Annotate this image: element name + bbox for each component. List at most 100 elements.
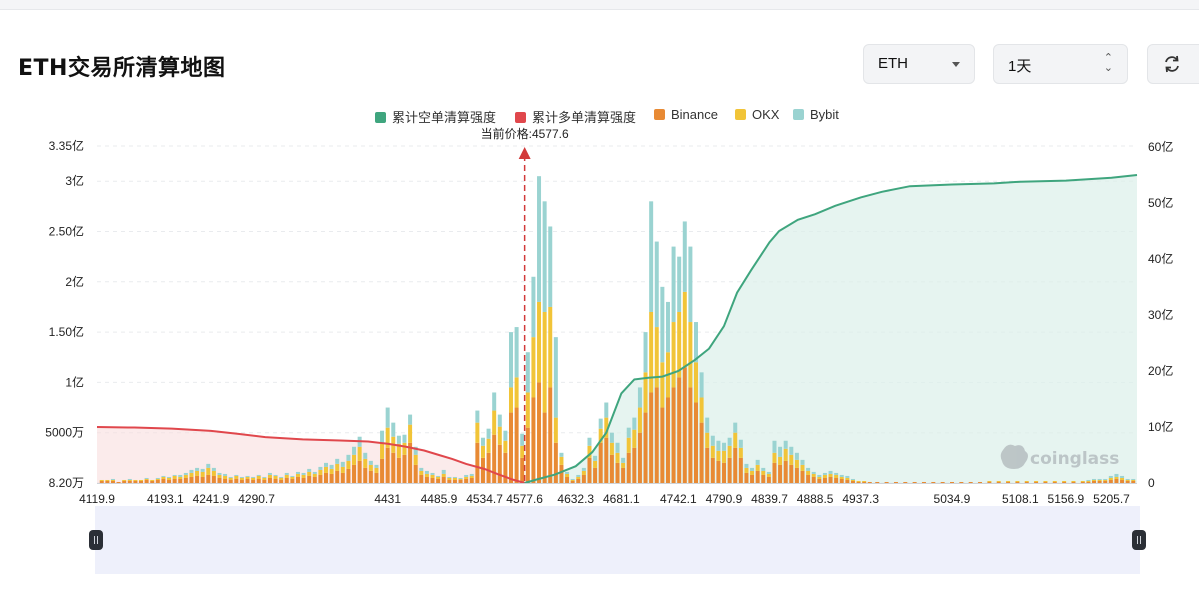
bar-segment-bybit [396, 435, 401, 444]
slider-handle-left[interactable] [89, 530, 103, 550]
bar-segment-okx [374, 467, 379, 473]
bar-segment-okx [1092, 479, 1097, 481]
bar-segment-bybit [228, 476, 233, 478]
legend-item-short-cumulative[interactable]: 累计空单清算强度 [375, 107, 496, 126]
bar-segment-bybit [206, 463, 211, 468]
bar-segment-bybit [710, 435, 715, 446]
bar-segment-binance [1062, 481, 1067, 483]
bar-segment-bybit [542, 201, 547, 312]
bar-segment-binance [183, 477, 188, 483]
bar-segment-bybit [408, 414, 413, 425]
bar-segment-bybit [738, 439, 743, 448]
bar-segment-bybit [789, 446, 794, 455]
bar-segment-bybit [251, 476, 256, 478]
legend-label: OKX [752, 107, 780, 122]
bar-segment-binance [921, 481, 926, 483]
bar-segment-okx [480, 445, 485, 458]
bar-segment-binance [374, 472, 379, 483]
bar-segment-bybit [537, 176, 542, 302]
bar-segment-okx [845, 477, 850, 480]
bar-segment-bybit [167, 476, 172, 478]
bar-segment-okx [553, 417, 558, 443]
bar-segment-okx [834, 474, 839, 478]
bar-segment-binance [105, 480, 110, 483]
bar-segment-binance [492, 434, 497, 483]
bar-segment-okx [279, 477, 284, 480]
bar-segment-okx [155, 478, 160, 480]
bar-segment-binance [996, 481, 1001, 483]
slider-handle-right[interactable] [1132, 530, 1146, 550]
legend-swatch [654, 109, 665, 120]
x-axis-tick: 4742.1 [660, 492, 697, 505]
x-axis-tick: 4431 [374, 492, 401, 505]
legend-item-okx[interactable]: OKX [735, 107, 779, 122]
bar-segment-binance [161, 478, 166, 483]
bar-segment-okx [284, 474, 289, 478]
bar-segment-okx [436, 476, 441, 479]
bar-segment-binance [346, 468, 351, 483]
bar-segment-binance [772, 462, 777, 483]
bar-segment-okx [520, 445, 525, 458]
bar-segment-bybit [307, 468, 312, 472]
bar-segment-binance [267, 477, 272, 483]
bar-segment-bybit [845, 475, 850, 478]
bar-segment-okx [750, 470, 755, 475]
bar-segment-binance [1006, 481, 1011, 483]
bar-segment-okx [542, 311, 547, 413]
bar-segment-binance [621, 467, 626, 483]
legend-item-bybit[interactable]: Bybit [793, 107, 839, 122]
bar-segment-okx [189, 472, 194, 477]
bar-segment-okx [609, 442, 614, 455]
bar-segment-binance [127, 480, 132, 483]
bar-segment-bybit [144, 477, 149, 479]
bar-segment-okx [688, 322, 693, 388]
bar-segment-binance [1103, 480, 1108, 483]
x-axis-tick: 4577.6 [506, 492, 543, 505]
bar-segment-bybit [654, 241, 659, 328]
bar-segment-bybit [486, 428, 491, 439]
bar-segment-binance [1086, 481, 1091, 483]
bar-segment-binance [206, 474, 211, 483]
bar-segment-binance [1024, 481, 1029, 483]
bar-segment-okx [458, 478, 463, 480]
bar-segment-binance [839, 478, 844, 483]
bar-segment-okx [335, 463, 340, 471]
bar-segment-binance [497, 444, 502, 483]
bar-segment-binance [486, 452, 491, 483]
bar-segment-binance [593, 467, 598, 483]
bar-segment-okx [413, 454, 418, 465]
bar-segment-binance [391, 452, 396, 483]
bar-segment-binance [329, 473, 334, 483]
bar-segment-bybit [755, 459, 760, 465]
x-axis-tick: 4119.9 [79, 492, 115, 505]
bar-segment-bybit [553, 337, 558, 418]
legend-item-long-cumulative[interactable]: 累计多单清算强度 [515, 107, 636, 126]
bar-segment-binance [480, 457, 485, 483]
bar-segment-okx [565, 473, 570, 477]
time-range-select[interactable]: 1天 ⌃ ⌄ [993, 44, 1128, 84]
legend-label: Binance [671, 107, 718, 122]
bar-segment-okx [430, 474, 435, 478]
bar-segment-binance [441, 476, 446, 483]
refresh-button[interactable] [1147, 44, 1199, 84]
bar-segment-binance [738, 457, 743, 483]
bar-segment-binance [144, 479, 149, 483]
coin-select[interactable]: ETH [863, 44, 975, 84]
bar-segment-bybit [492, 392, 497, 411]
bar-segment-bybit [295, 471, 300, 474]
bar-segment-bybit [565, 471, 570, 474]
bar-segment-bybit [402, 434, 407, 443]
bar-segment-bybit [1114, 473, 1119, 477]
bar-segment-bybit [581, 467, 586, 471]
data-zoom-slider[interactable] [95, 506, 1140, 574]
bar-segment-bybit [436, 475, 441, 477]
bar-segment-okx [1034, 480, 1039, 482]
legend-item-binance[interactable]: Binance [654, 107, 718, 122]
bar-segment-bybit [447, 476, 452, 478]
bar-segment-binance [716, 460, 721, 483]
bar-segment-okx [492, 410, 497, 435]
x-axis-tick: 4937.3 [842, 492, 879, 505]
bar-segment-okx [206, 467, 211, 475]
bar-segment-okx [828, 473, 833, 477]
bar-segment-binance [475, 442, 480, 483]
